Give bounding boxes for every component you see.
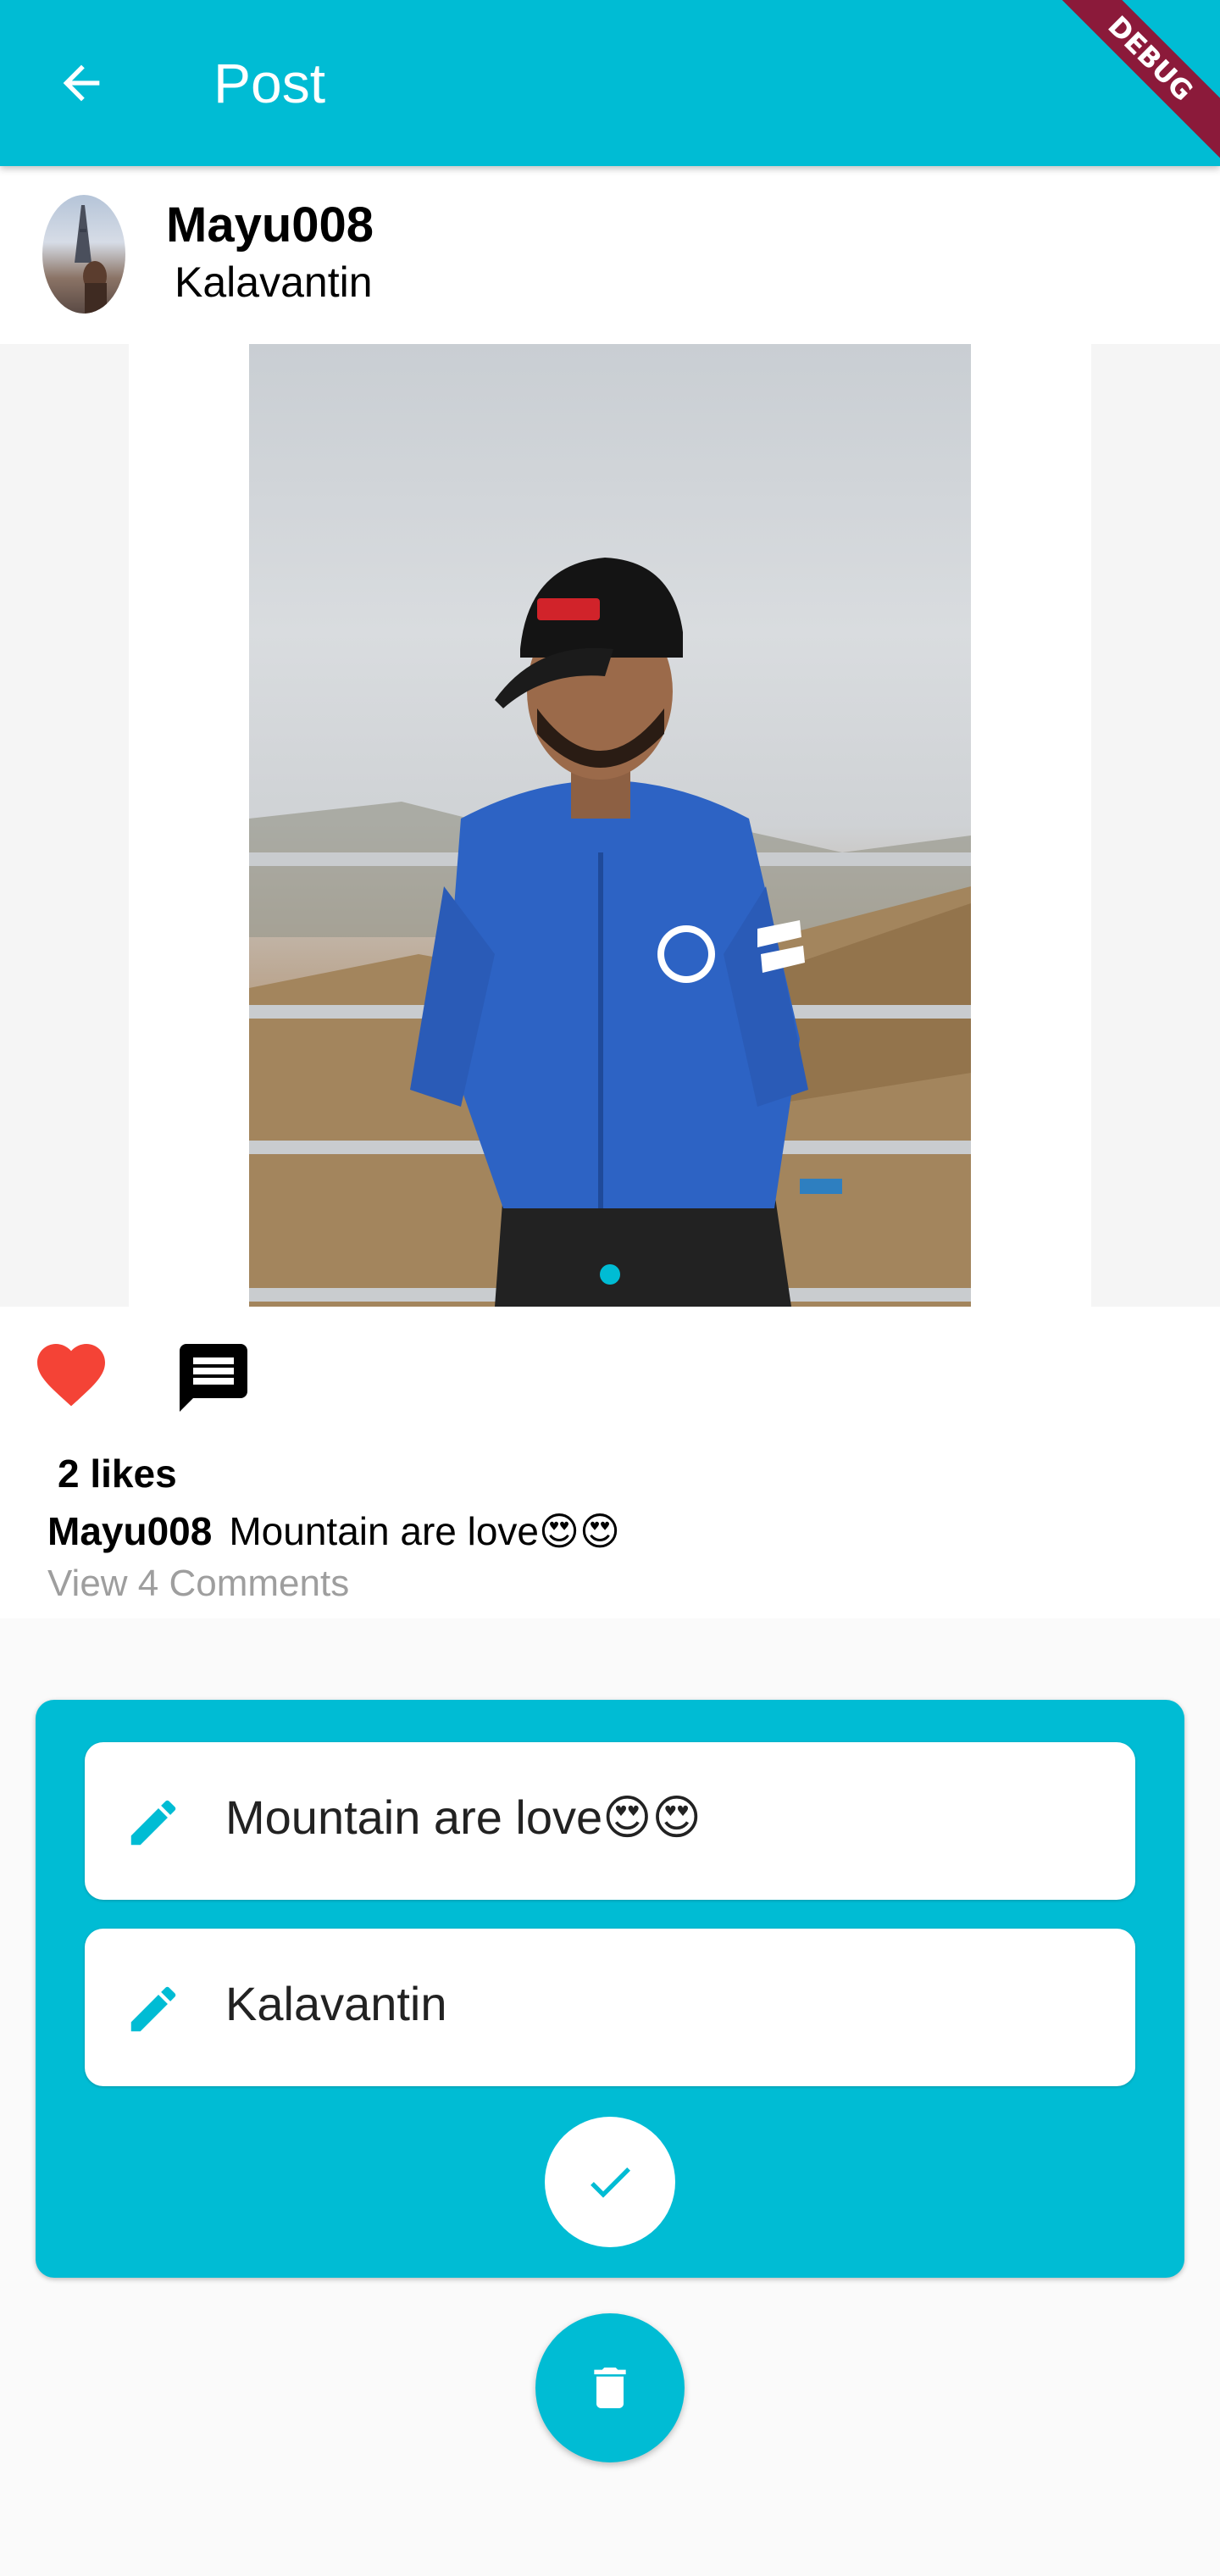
comment-button[interactable] [173,1337,254,1418]
edit-post-card: Mountain are love😍😍 Kalavantin [36,1700,1184,2278]
image-carousel[interactable] [0,344,1220,1307]
carousel-next-page [1091,344,1220,1307]
avatar-image [75,205,107,314]
arrow-left-icon [63,64,100,102]
avatar[interactable] [42,195,125,314]
page-title: Post [214,52,326,114]
confirm-button[interactable] [545,2117,675,2247]
post-photo-art [249,558,971,1307]
post-header: Mayu008 Kalavantin [0,166,1220,344]
post-photo [249,344,971,1307]
check-icon [591,2167,630,2198]
caption-text: Mountain are love😍😍 [229,1509,620,1553]
delete-button[interactable] [535,2313,685,2462]
post-username[interactable]: Mayu008 [166,197,374,253]
view-comments-link[interactable]: View 4 Comments [47,1563,349,1605]
back-button[interactable] [44,46,119,120]
like-button[interactable] [30,1341,112,1415]
debug-banner: DEBUG [1034,0,1220,186]
caption-field[interactable]: Mountain are love😍😍 [85,1742,1135,1900]
location-field[interactable]: Kalavantin [85,1929,1135,2086]
pencil-icon [130,1986,176,2032]
carousel-prev-page [0,344,129,1307]
caption-field-value[interactable]: Mountain are love😍😍 [225,1790,702,1846]
comment-icon [180,1344,247,1412]
trash-icon [594,2368,626,2408]
caption-username[interactable]: Mayu008 [47,1509,212,1553]
caption: Mayu008 Mountain are love😍😍 [47,1508,620,1554]
debug-label: DEBUG [1040,0,1220,169]
pencil-icon [130,1800,176,1846]
post-location: Kalavantin [175,258,373,306]
carousel-indicator-dot[interactable] [600,1264,620,1285]
post-actions: 2 likes Mayu008 Mountain are love😍😍 View … [0,1307,1220,1618]
heart-icon [37,1344,105,1407]
likes-count[interactable]: 2 likes [58,1451,177,1496]
location-field-value[interactable]: Kalavantin [225,1976,447,2031]
